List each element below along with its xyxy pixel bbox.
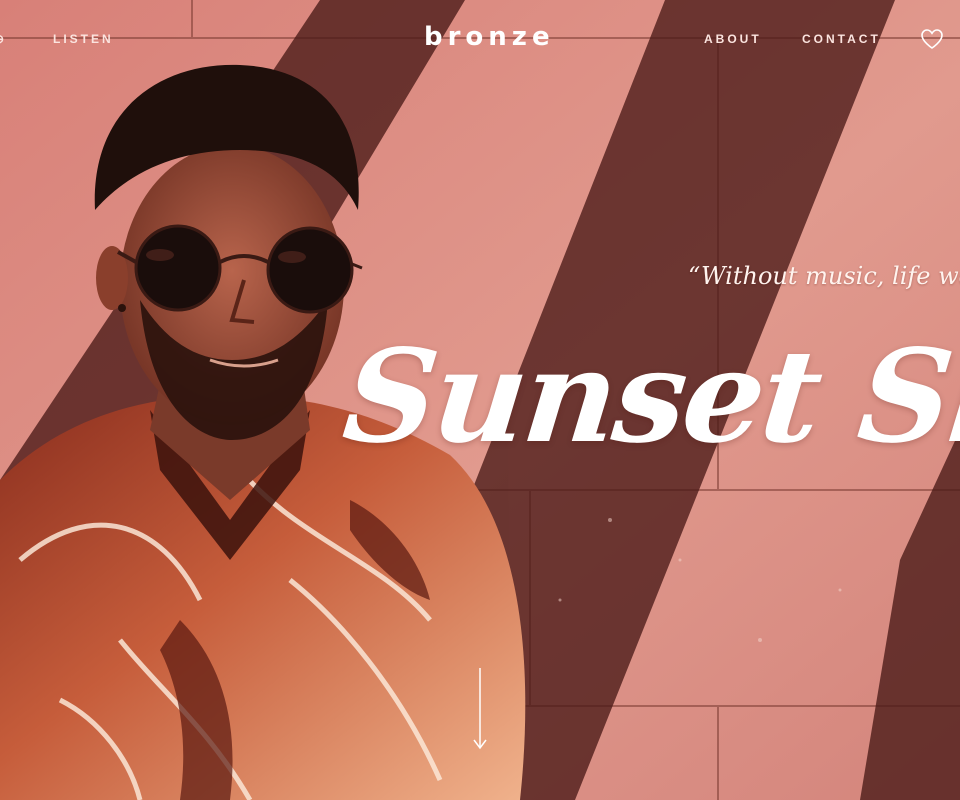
top-navigation: ⊕ LISTEN bronze ABOUT CONTACT [0, 0, 960, 80]
nav-item-about[interactable]: ABOUT [704, 32, 762, 46]
nav-item-contact[interactable]: CONTACT [802, 32, 881, 46]
hero-quote: “Without music, life would [688, 262, 960, 290]
nav-item-partial[interactable]: ⊕ [0, 32, 7, 46]
site-logo[interactable]: bronze [424, 22, 555, 52]
heart-icon[interactable] [920, 28, 944, 50]
hero-title: Sunset Sk [337, 322, 960, 472]
hero-section: ⊕ LISTEN bronze ABOUT CONTACT “Without m… [0, 0, 960, 800]
nav-item-listen[interactable]: LISTEN [53, 32, 114, 46]
arrow-down-icon[interactable] [472, 668, 488, 752]
